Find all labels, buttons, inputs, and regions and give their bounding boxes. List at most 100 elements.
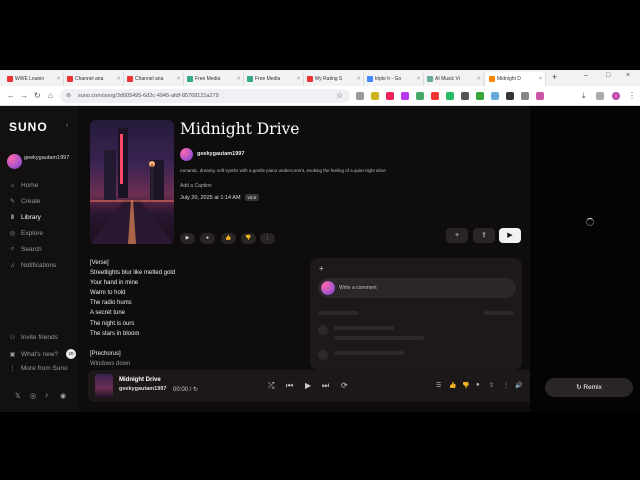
player-title[interactable]: Midnight Drive — [119, 377, 161, 383]
extension-icon[interactable] — [446, 92, 454, 100]
like-button[interactable]: 👍 — [221, 233, 236, 244]
player-cover-art[interactable] — [95, 374, 113, 398]
add-to-playlist-button[interactable]: + — [446, 228, 468, 243]
close-icon[interactable]: × — [357, 76, 363, 82]
browser-tab[interactable]: WWE Leanin × — [4, 72, 64, 86]
instagram-icon[interactable]: ◎ — [30, 392, 36, 400]
browser-tab[interactable]: Channel ana × — [124, 72, 184, 86]
bookmark-star-icon[interactable]: ☆ — [336, 91, 343, 100]
dislike-icon[interactable]: 👎 — [462, 382, 469, 389]
back-icon[interactable]: ← — [7, 91, 15, 100]
play-button[interactable]: ▶ — [180, 233, 195, 244]
forward-icon[interactable]: → — [20, 91, 28, 100]
download-icon[interactable]: ⤓ — [582, 91, 586, 101]
tiktok-icon[interactable]: ♪ — [45, 392, 49, 399]
browser-tab[interactable]: Channel ana × — [64, 72, 124, 86]
extension-icon[interactable] — [371, 92, 379, 100]
close-icon[interactable]: × — [177, 76, 183, 82]
sidebar-item-library[interactable]: Ⅱ Library — [9, 214, 41, 221]
player-artist[interactable]: geekygautam1997 — [119, 386, 166, 392]
more-icon[interactable]: ⋮ — [503, 382, 509, 389]
extension-icon[interactable] — [416, 92, 424, 100]
next-icon[interactable]: ⏭ — [322, 381, 329, 391]
browser-tab[interactable]: triple h - Go × — [364, 72, 424, 86]
repeat-icon[interactable]: ⟳ — [341, 381, 348, 390]
comment-button[interactable]: ● — [200, 233, 215, 244]
site-info-icon[interactable]: ⊚ — [66, 92, 71, 99]
add-caption-link[interactable]: Add a Caption — [180, 183, 212, 189]
extension-icon[interactable] — [521, 92, 529, 100]
extension-icon[interactable] — [461, 92, 469, 100]
lyric-line: [Prechorus] — [90, 350, 121, 357]
home-icon[interactable]: ⌂ — [48, 91, 53, 100]
sidebar-item-whats-new[interactable]: ▣ What's new? 20 — [9, 349, 77, 359]
sidebar-item-search[interactable]: ⌕ Search — [9, 246, 42, 253]
share-icon[interactable]: ⇪ — [489, 382, 494, 389]
minimize-button[interactable]: – — [584, 72, 588, 79]
close-icon[interactable]: × — [237, 76, 243, 82]
extension-icon[interactable] — [386, 92, 394, 100]
remix-button[interactable]: ↻ Remix — [545, 378, 633, 397]
share-button[interactable]: ⇪ — [473, 228, 495, 243]
close-icon[interactable]: × — [117, 76, 123, 82]
extension-icon[interactable] — [431, 92, 439, 100]
artist-name[interactable]: geekygautam1997 — [197, 151, 244, 157]
sidebar-item-create[interactable]: ✎ Create — [9, 198, 41, 205]
new-tab-button[interactable]: + — [552, 72, 557, 82]
notification-badge: 20 — [66, 349, 77, 359]
address-bar: ← → ↻ ⌂ ⊚ suno.com/song/3d005495-6d2c-49… — [0, 86, 640, 106]
sidebar-item-invite[interactable]: ⚇ Invite friends — [9, 334, 58, 341]
like-icon[interactable]: 👍 — [449, 382, 456, 389]
sidebar-item-more[interactable]: ⋮ More from Suno — [9, 365, 68, 372]
sidebar-item-notifications[interactable]: ♫ Notifications — [9, 262, 56, 269]
collapse-sidebar-icon[interactable]: ‹ — [66, 122, 68, 129]
comment-input[interactable]: Write a comment — [318, 278, 516, 298]
shuffle-icon[interactable]: ⤮ — [268, 381, 274, 391]
close-icon[interactable]: × — [539, 76, 545, 82]
username[interactable]: geekygautam1997 — [24, 155, 70, 162]
close-icon[interactable]: × — [57, 76, 63, 82]
queue-icon[interactable]: ☰ — [436, 382, 441, 389]
profile-avatar[interactable] — [612, 92, 620, 100]
close-icon[interactable]: × — [477, 76, 483, 82]
dislike-button[interactable]: 👎 — [241, 233, 256, 244]
discord-icon[interactable]: ◉ — [60, 392, 66, 400]
youtube-icon — [307, 76, 313, 82]
browser-tab-active[interactable]: Midnight D × — [486, 72, 546, 86]
sidebar-item-home[interactable]: ⌂ Home — [9, 182, 39, 189]
browser-tab[interactable]: Free Media × — [244, 72, 304, 86]
close-icon[interactable]: × — [417, 76, 423, 82]
browser-tab[interactable]: My Rating S × — [304, 72, 364, 86]
extension-icon[interactable] — [401, 92, 409, 100]
sidebar: SUNO ‹ geekygautam1997 ⌂ Home ✎ Create Ⅱ Li… — [0, 106, 78, 412]
close-window-button[interactable]: × — [626, 72, 630, 79]
x-twitter-icon[interactable]: 𝕏 — [15, 392, 21, 400]
sidebar-item-explore[interactable]: ◎ Explore — [9, 230, 43, 237]
youtube-icon — [7, 76, 13, 82]
avatar[interactable] — [7, 154, 22, 169]
previous-icon[interactable]: ⏮ — [286, 381, 293, 391]
comment-icon[interactable]: ● — [476, 382, 480, 388]
add-comment-icon[interactable]: + — [319, 264, 324, 273]
artist-avatar[interactable] — [180, 148, 193, 161]
url-field[interactable]: ⊚ suno.com/song/3d005495-6d2c-4945-afdf-… — [60, 89, 350, 103]
remix-icon: ↻ — [576, 384, 582, 391]
more-options-button[interactable]: ⋮ — [260, 233, 275, 244]
volume-icon[interactable]: 🔊 — [515, 382, 522, 389]
side-panel-icon[interactable] — [596, 92, 604, 100]
extension-icon[interactable] — [476, 92, 484, 100]
loading-icon: ↻ — [193, 387, 199, 393]
close-icon[interactable]: × — [297, 76, 303, 82]
browser-tab[interactable]: Free Media × — [184, 72, 244, 86]
browser-tab[interactable]: AI Music Vi × — [424, 72, 484, 86]
browser-menu-icon[interactable]: ⋮ — [628, 91, 636, 100]
extension-icon[interactable] — [536, 92, 544, 100]
play-song-button[interactable]: ▶ — [499, 228, 521, 243]
github-icon[interactable] — [506, 92, 514, 100]
extension-icon[interactable] — [491, 92, 499, 100]
maximize-button[interactable]: □ — [606, 72, 610, 79]
extension-icon[interactable] — [356, 92, 364, 100]
play-icon[interactable]: ▶ — [305, 381, 311, 390]
reload-icon[interactable]: ↻ — [34, 91, 41, 100]
suno-logo[interactable]: SUNO — [9, 120, 48, 134]
